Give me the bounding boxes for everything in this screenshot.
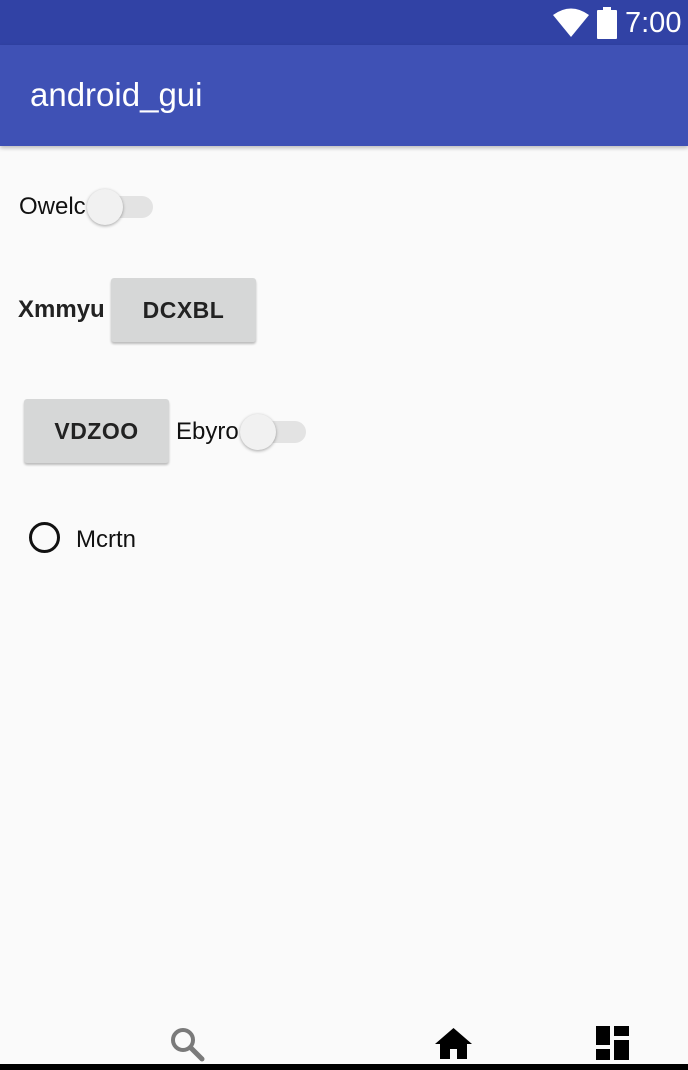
- switch-owelc[interactable]: [87, 187, 157, 227]
- switch-thumb[interactable]: [87, 189, 123, 225]
- switch-owelc-label: Owelc: [19, 193, 86, 220]
- radio-mcrtn[interactable]: [29, 522, 60, 553]
- dashboard-icon[interactable]: [596, 1026, 629, 1060]
- switch-ebyro[interactable]: [240, 412, 310, 452]
- switch-thumb[interactable]: [240, 414, 276, 450]
- status-bar: 7:00: [0, 0, 688, 45]
- home-icon[interactable]: [435, 1028, 472, 1059]
- screen: 7:00 android_gui Owelc Xmmyu DCXBL VDZOO…: [0, 0, 688, 1070]
- bottom-nav: [0, 1010, 688, 1070]
- battery-icon: [597, 7, 617, 39]
- status-time: 7:00: [625, 7, 682, 39]
- radio-mcrtn-label[interactable]: Mcrtn: [76, 526, 136, 554]
- switch-ebyro-label: Ebyro: [176, 418, 239, 445]
- dcxbl-button[interactable]: DCXBL: [111, 278, 256, 342]
- vdzoo-button[interactable]: VDZOO: [24, 399, 169, 463]
- xmmyu-label: Xmmyu: [18, 296, 105, 323]
- wifi-icon: [553, 8, 589, 37]
- app-title: android_gui: [30, 76, 203, 113]
- app-bar: android_gui: [0, 45, 688, 146]
- search-icon[interactable]: [170, 1027, 206, 1063]
- bottom-line: [0, 1064, 688, 1070]
